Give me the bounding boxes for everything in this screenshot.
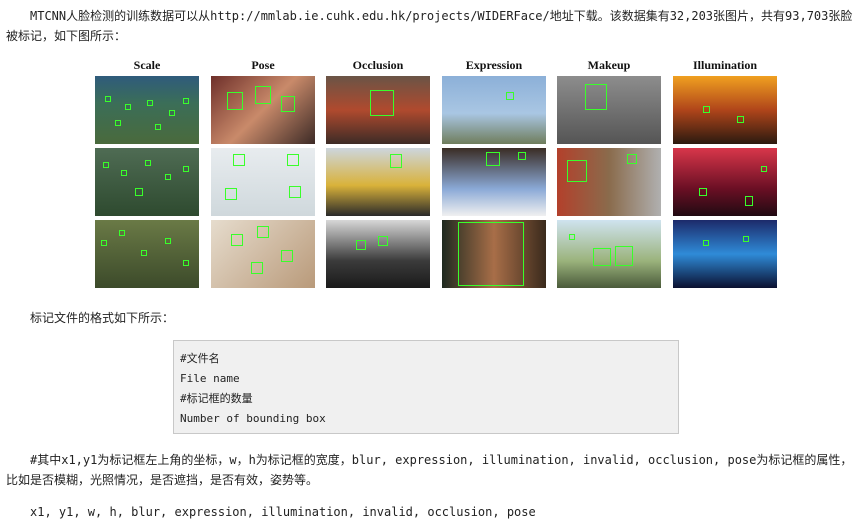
code-line-comment-box-count: #标记框的数量: [180, 392, 253, 405]
column-label-pose: Pose: [251, 58, 275, 72]
attribute-description: #其中x1,y1为标记框左上角的坐标，w，h为标记框的宽度，blur, expr…: [6, 453, 853, 487]
sample-photo-illumination-3: [673, 220, 777, 288]
sample-photo-expression-1: [442, 76, 546, 144]
column-label-occlusion: Occlusion: [352, 58, 404, 72]
column-label-makeup: Makeup: [587, 58, 631, 72]
format-intro-text: 标记文件的格式如下所示：: [30, 311, 175, 325]
sample-photo-expression-2: [442, 148, 546, 216]
code-line-filename: File name: [180, 372, 240, 385]
sample-photo-pose-1: [211, 76, 315, 144]
sample-photo-expression-3: [442, 220, 546, 288]
intro-paragraph: MTCNN人脸检测的训练数据可以从http://mmlab.ie.cuhk.ed…: [6, 6, 856, 46]
sample-photo-makeup-1: [557, 76, 661, 144]
sample-photo-occlusion-3: [326, 220, 430, 288]
dataset-url: http://mmlab.ie.cuhk.edu.hk/projects/WID…: [210, 9, 550, 23]
column-label-illumination: Illumination: [692, 58, 758, 72]
sample-photo-illumination-2: [673, 148, 777, 216]
code-line-box-count: Number of bounding box: [180, 412, 326, 425]
sample-photo-scale-2: [95, 148, 199, 216]
sample-photo-makeup-3: [557, 220, 661, 288]
column-label-expression: Expression: [465, 58, 523, 72]
sample-photo-makeup-2: [557, 148, 661, 216]
sample-photo-illumination-1: [673, 76, 777, 144]
sample-photo-scale-3: [95, 220, 199, 288]
attribute-list: x1, y1, w, h, blur, expression, illumina…: [30, 505, 536, 519]
column-label-scale: Scale: [133, 58, 161, 72]
sample-photo-occlusion-2: [326, 148, 430, 216]
sample-photo-pose-3: [211, 220, 315, 288]
intro-text-before: MTCNN人脸检测的训练数据可以从: [30, 9, 211, 23]
sample-photo-scale-1: [95, 76, 199, 144]
sample-photo-occlusion-1: [326, 76, 430, 144]
sample-photo-pose-2: [211, 148, 315, 216]
code-line-comment-filename: #文件名: [180, 352, 220, 365]
widerface-sample-figure: Scale Pose Occlusion Expression Makeup I…: [95, 58, 780, 290]
code-block: #文件名 File name #标记框的数量 Number of boundin…: [173, 340, 679, 434]
